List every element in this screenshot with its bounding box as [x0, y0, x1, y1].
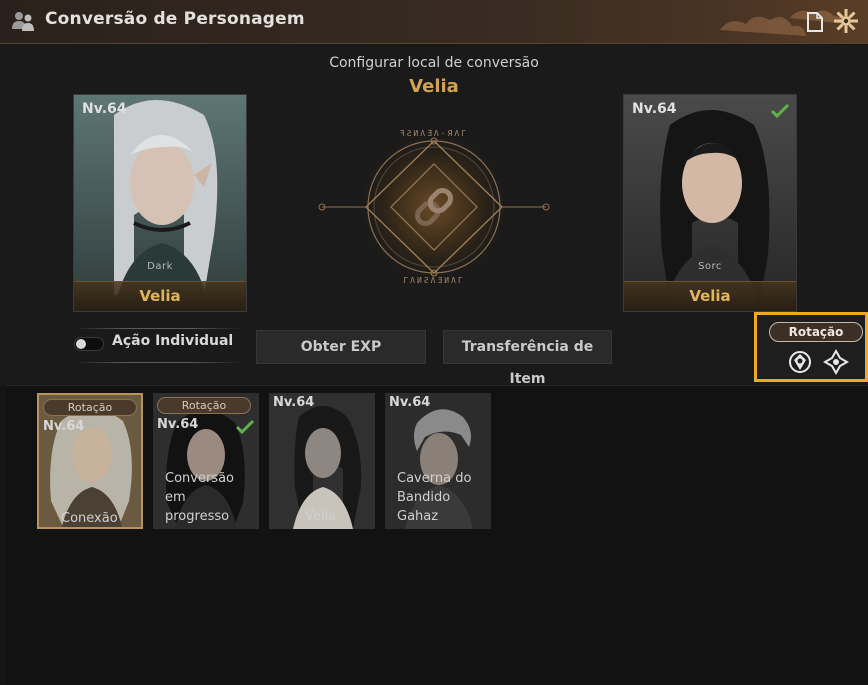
card-location-line: Caverna do — [397, 471, 472, 486]
target-nameplate: Velia — [624, 281, 796, 311]
source-class-label: Dark — [147, 261, 173, 272]
rotation-badge: Rotação — [157, 397, 251, 414]
card-level: Nv.64 — [273, 395, 315, 410]
check-icon — [770, 103, 790, 119]
characters-icon — [12, 12, 34, 31]
target-level: Nv.64 — [632, 101, 677, 117]
settings-gear-icon[interactable] — [833, 8, 859, 34]
rotation-panel: Rotação — [754, 312, 868, 382]
card-location-line: Gahaz — [397, 509, 439, 524]
cross-emblem-icon[interactable] — [823, 349, 849, 375]
item-transfer-button[interactable]: Transferência de Item — [443, 330, 612, 387]
check-icon — [235, 419, 255, 435]
card-location: Caverna do Bandido Gahaz — [397, 469, 471, 526]
obtain-exp-button[interactable]: Obter EXP — [256, 330, 426, 364]
document-icon[interactable] — [806, 12, 824, 32]
character-card[interactable]: Rotação Nv.64 Conversão em progresso — [153, 393, 259, 529]
svg-text:ꟻƧИɅƎΛ·ЯɅΓ: ꟻƧИɅƎΛ·ЯɅΓ — [400, 129, 468, 138]
card-level: Nv.64 — [157, 417, 199, 432]
rotation-button[interactable]: Rotação — [769, 322, 863, 342]
source-nameplate: Velia — [74, 281, 246, 311]
title-bar: Conversão de Personagem — [0, 0, 868, 44]
card-level: Nv.64 — [389, 395, 431, 410]
source-location: Velia — [139, 287, 181, 305]
window-title: Conversão de Personagem — [45, 9, 305, 29]
toggle-knob — [76, 339, 86, 349]
card-location-line: Bandido — [397, 490, 451, 505]
card-status: Conversão em progresso — [165, 469, 234, 526]
card-location: Velia — [305, 509, 337, 524]
svg-text:ΓΛИƧΛƎИɅΓ: ΓΛИƧΛƎИɅΓ — [403, 276, 464, 285]
card-status-line: Conversão — [165, 471, 234, 486]
character-card[interactable]: Nv.64 Velia — [269, 393, 375, 529]
card-level: Nv.64 — [43, 419, 85, 434]
target-class-label: Sorc — [698, 261, 722, 272]
individual-action-toggle-row: Ação Individual — [74, 328, 242, 363]
conversion-link-emblem: ꟻƧИɅƎΛ·ЯɅΓ ΓΛИƧΛƎИɅΓ — [318, 125, 550, 289]
card-status-line: progresso — [165, 509, 230, 524]
card-status-line: em — [165, 490, 186, 505]
individual-action-toggle[interactable] — [74, 337, 104, 351]
individual-action-label: Ação Individual — [112, 333, 234, 349]
target-character-portrait[interactable]: Nv.64 Sorc Velia — [623, 94, 797, 312]
shield-emblem-icon[interactable] — [787, 349, 813, 375]
source-level: Nv.64 — [82, 101, 127, 117]
character-art — [74, 95, 246, 311]
divider — [74, 362, 242, 363]
divider — [74, 328, 242, 329]
character-card[interactable]: Nv.64 Caverna do Bandido Gahaz — [385, 393, 491, 529]
card-location: Conexão — [61, 511, 118, 526]
source-character-portrait[interactable]: Nv.64 Dark Velia — [73, 94, 247, 312]
config-location-label: Configurar local de conversão — [329, 55, 539, 71]
character-art — [624, 95, 796, 311]
rotation-badge: Rotação — [43, 399, 137, 416]
target-location: Velia — [689, 287, 731, 305]
character-card[interactable]: Rotação Nv.64 Conexão — [37, 393, 143, 529]
